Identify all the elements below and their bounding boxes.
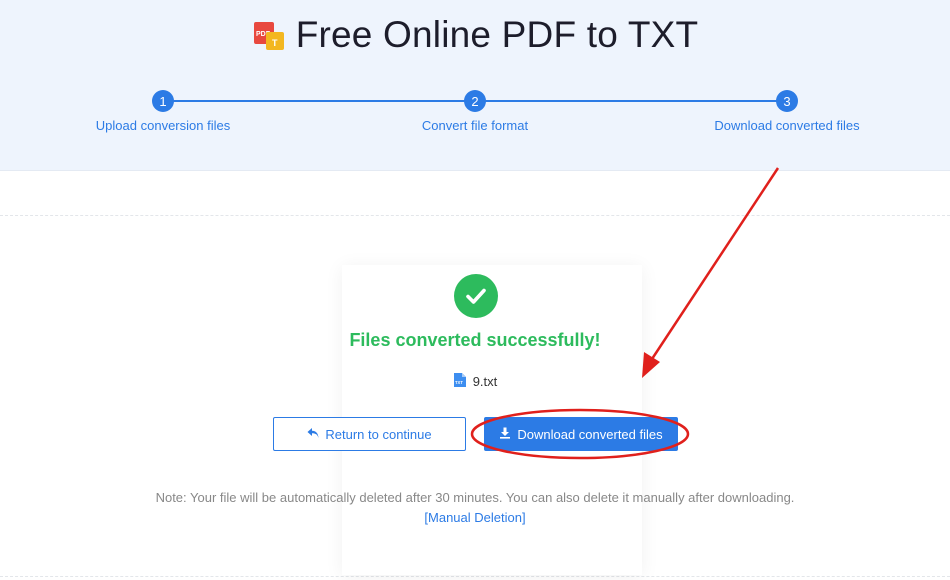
converted-file: TXT 9.txt bbox=[0, 372, 950, 391]
return-arrow-icon bbox=[307, 427, 319, 442]
svg-text:TXT: TXT bbox=[455, 380, 463, 385]
page-title: Free Online PDF to TXT bbox=[295, 14, 699, 55]
txt-file-icon: TXT bbox=[453, 372, 467, 391]
step-3-label: Download converted files bbox=[714, 118, 860, 133]
step-1-number: 1 bbox=[152, 90, 174, 112]
step-2-label: Convert file format bbox=[421, 118, 529, 133]
step-2-number: 2 bbox=[464, 90, 486, 112]
file-name: 9.txt bbox=[472, 374, 498, 389]
deletion-note: Note: Your file will be automatically de… bbox=[155, 490, 795, 505]
section-divider-bottom bbox=[0, 576, 950, 577]
section-divider-top bbox=[0, 215, 950, 216]
check-circle-icon bbox=[454, 274, 498, 318]
step-1-label: Upload conversion files bbox=[95, 118, 231, 133]
header-banner: PDF T Free Online PDF to TXT 1 Upload co… bbox=[0, 0, 950, 171]
download-button-label: Download converted files bbox=[517, 426, 663, 442]
return-to-continue-button[interactable]: Return to continue bbox=[273, 417, 466, 451]
pdf-to-txt-logo-icon: PDF T bbox=[252, 18, 286, 52]
return-button-label: Return to continue bbox=[325, 426, 432, 442]
download-converted-files-button[interactable]: Download converted files bbox=[484, 417, 678, 451]
title-row: PDF T Free Online PDF to TXT bbox=[0, 14, 950, 56]
success-message: Files converted successfully! bbox=[349, 330, 601, 350]
step-3-number: 3 bbox=[776, 90, 798, 112]
download-icon bbox=[499, 427, 511, 442]
svg-text:T: T bbox=[272, 38, 278, 48]
manual-deletion-link[interactable]: [Manual Deletion] bbox=[424, 510, 525, 525]
